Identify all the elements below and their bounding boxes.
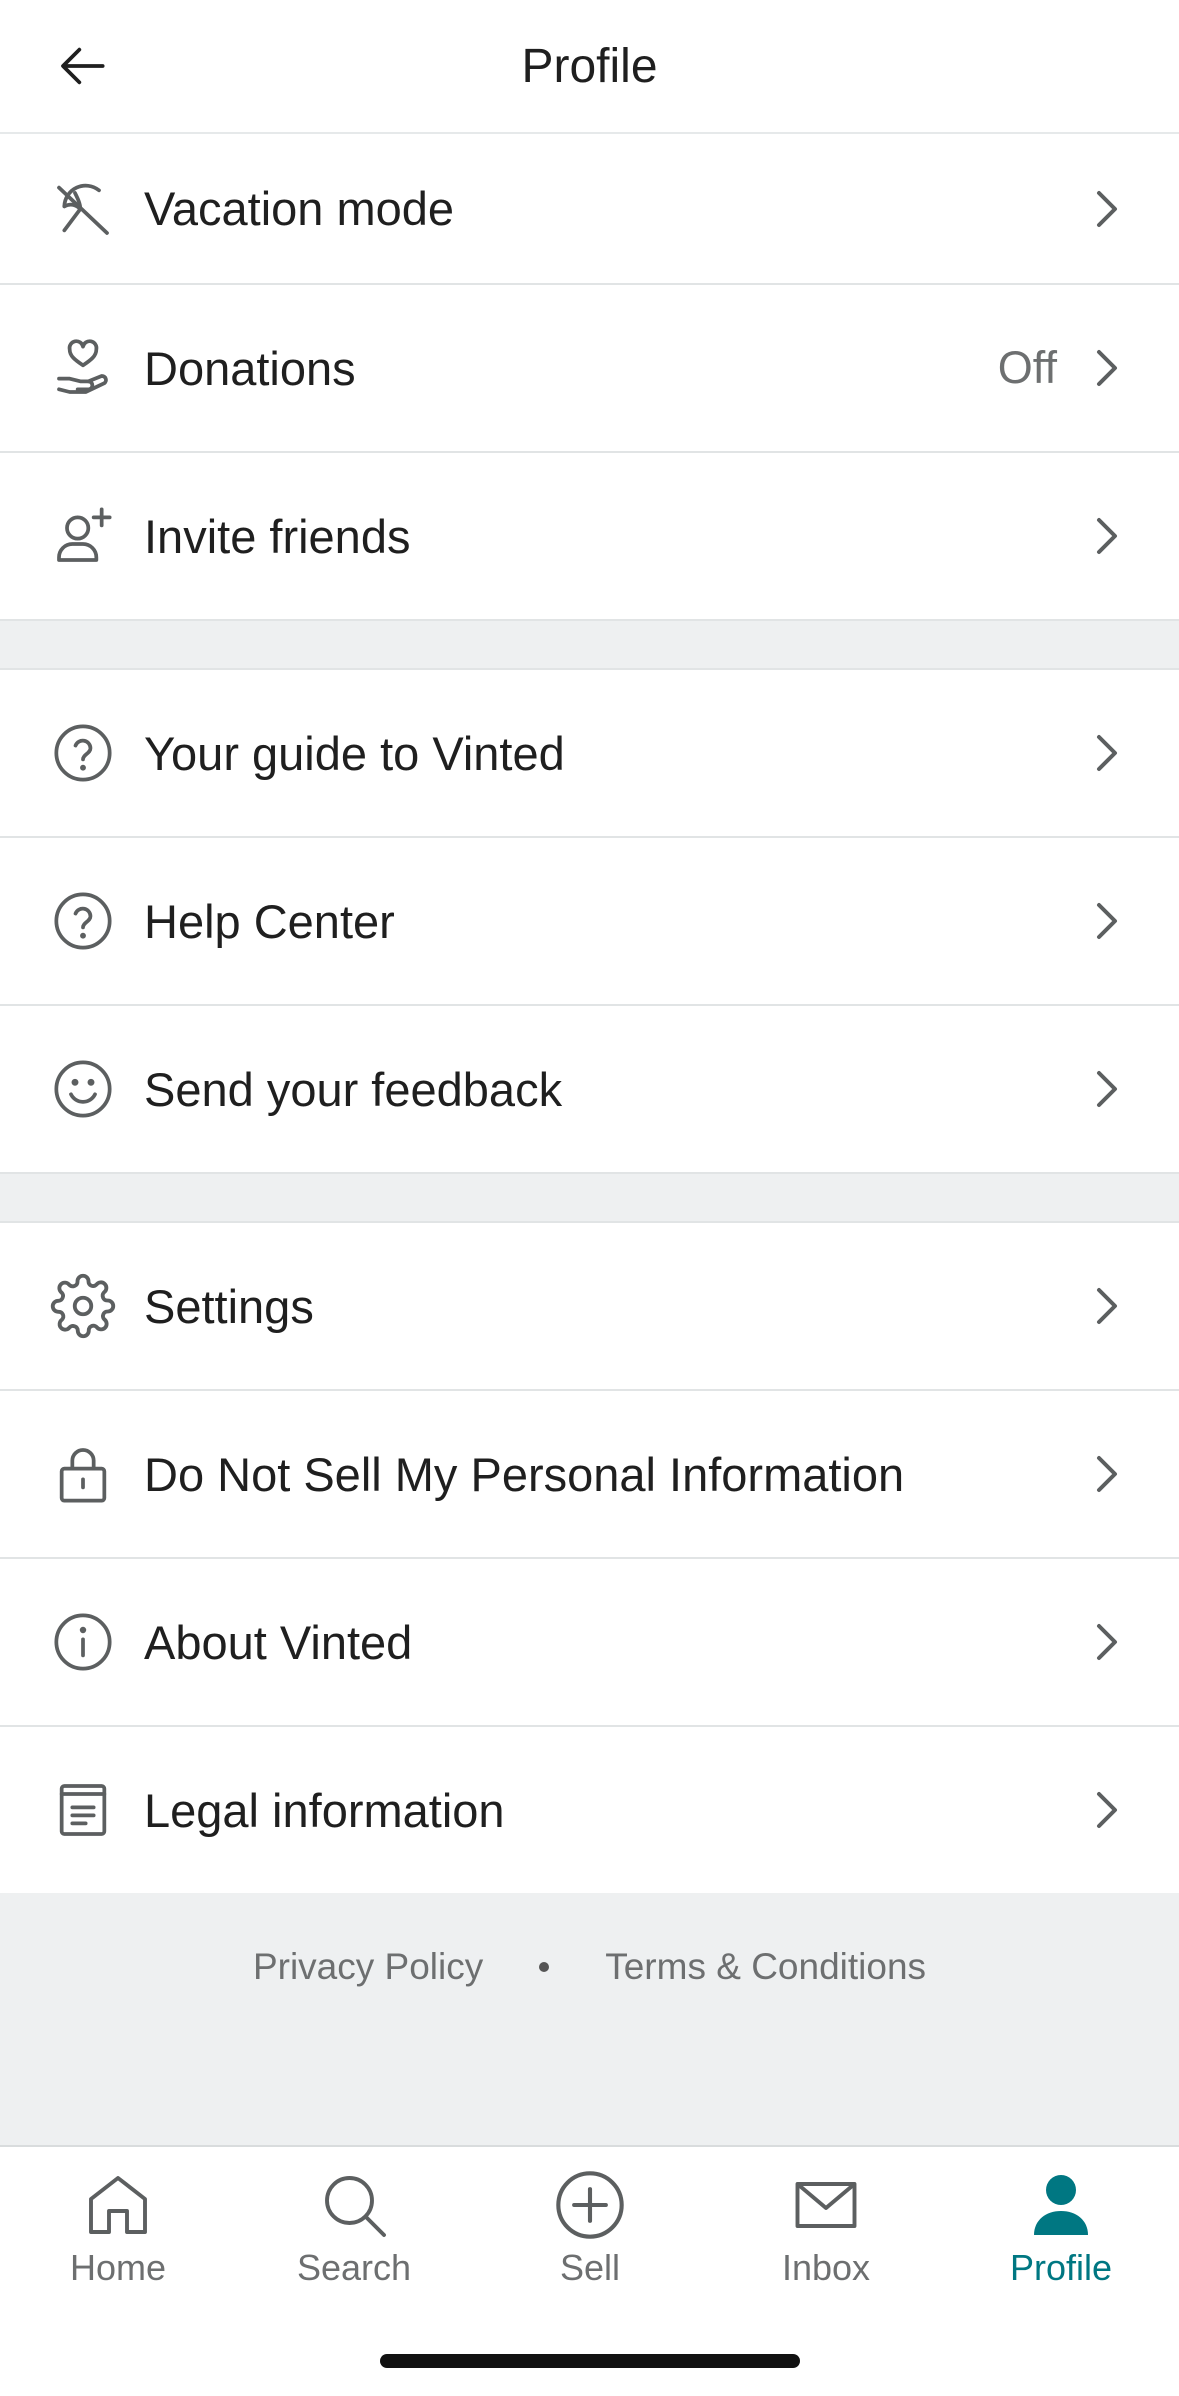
tab-search[interactable]: Search [236, 2147, 472, 2317]
profile-menu-list: Vacation mode Donations Off Invite frien… [0, 134, 1179, 1895]
footer-links-area: Privacy Policy Terms & Conditions [0, 1893, 1179, 2145]
menu-item-label: Send your feedback [144, 1062, 563, 1116]
menu-item-label: Settings [144, 1279, 314, 1333]
terms-link[interactable]: Terms & Conditions [605, 1946, 926, 1988]
heart-hand-icon [50, 335, 116, 401]
chevron-right-icon [1087, 1449, 1127, 1499]
question-circle-icon [50, 888, 116, 954]
umbrella-off-icon [50, 176, 116, 242]
menu-item-guide[interactable]: Your guide to Vinted [0, 670, 1179, 838]
menu-item-legal[interactable]: Legal information [0, 1727, 1179, 1895]
tab-label: Search [296, 2247, 412, 2288]
user-plus-icon [50, 503, 116, 569]
menu-item-invite-friends[interactable]: Invite friends [0, 453, 1179, 621]
menu-item-donations[interactable]: Donations Off [0, 285, 1179, 453]
tab-label: Home [69, 2247, 167, 2288]
menu-item-label: Vacation mode [144, 182, 455, 235]
donations-status-value: Off [997, 342, 1057, 393]
info-circle-icon [50, 1609, 116, 1675]
menu-item-do-not-sell[interactable]: Do Not Sell My Personal Information [0, 1391, 1179, 1559]
separator-dot [539, 1962, 550, 1972]
home-icon [0, 2167, 236, 2243]
section-divider [0, 621, 1179, 670]
privacy-policy-link[interactable]: Privacy Policy [253, 1946, 483, 1988]
chevron-right-icon [1087, 343, 1127, 393]
plus-circle-icon [472, 2167, 708, 2243]
tab-inbox[interactable]: Inbox [708, 2147, 944, 2317]
footer-links: Privacy Policy Terms & Conditions [0, 1893, 1179, 2041]
menu-item-label: Invite friends [144, 509, 411, 563]
chevron-right-icon [1087, 1785, 1127, 1835]
menu-item-about[interactable]: About Vinted [0, 1559, 1179, 1727]
chevron-right-icon [1087, 184, 1127, 234]
chevron-right-icon [1087, 511, 1127, 561]
chevron-right-icon [1087, 1064, 1127, 1114]
question-circle-icon [50, 720, 116, 786]
user-icon [943, 2167, 1179, 2243]
tab-label: Inbox [781, 2247, 871, 2288]
menu-item-vacation-mode[interactable]: Vacation mode [0, 134, 1179, 285]
menu-item-send-feedback[interactable]: Send your feedback [0, 1006, 1179, 1174]
tab-home[interactable]: Home [0, 2147, 236, 2317]
smiley-icon [50, 1056, 116, 1122]
lock-icon [50, 1441, 116, 1507]
menu-item-label: Donations [144, 341, 356, 395]
top-bar: Profile [0, 0, 1179, 134]
menu-item-label: About Vinted [144, 1615, 413, 1669]
menu-item-label: Legal information [144, 1783, 505, 1837]
tab-sell[interactable]: Sell [472, 2147, 708, 2317]
document-icon [50, 1777, 116, 1843]
menu-item-label: Help Center [144, 894, 395, 948]
page-title: Profile [521, 40, 658, 93]
app-root: Profile Vacation mode Donations Off Invi… [0, 0, 1179, 2396]
gear-icon [50, 1273, 116, 1339]
envelope-icon [708, 2167, 944, 2243]
menu-item-label: Your guide to Vinted [144, 726, 565, 780]
chevron-right-icon [1087, 1617, 1127, 1667]
home-indicator [380, 2354, 800, 2368]
tab-profile[interactable]: Profile [943, 2147, 1179, 2317]
section-divider [0, 1174, 1179, 1223]
menu-item-settings[interactable]: Settings [0, 1223, 1179, 1391]
chevron-right-icon [1087, 728, 1127, 778]
chevron-right-icon [1087, 1281, 1127, 1331]
tab-label: Sell [559, 2247, 621, 2288]
tab-label: Profile [1009, 2247, 1113, 2288]
menu-item-label: Do Not Sell My Personal Information [144, 1447, 905, 1501]
chevron-right-icon [1087, 896, 1127, 946]
menu-item-help-center[interactable]: Help Center [0, 838, 1179, 1006]
search-icon [236, 2167, 472, 2243]
